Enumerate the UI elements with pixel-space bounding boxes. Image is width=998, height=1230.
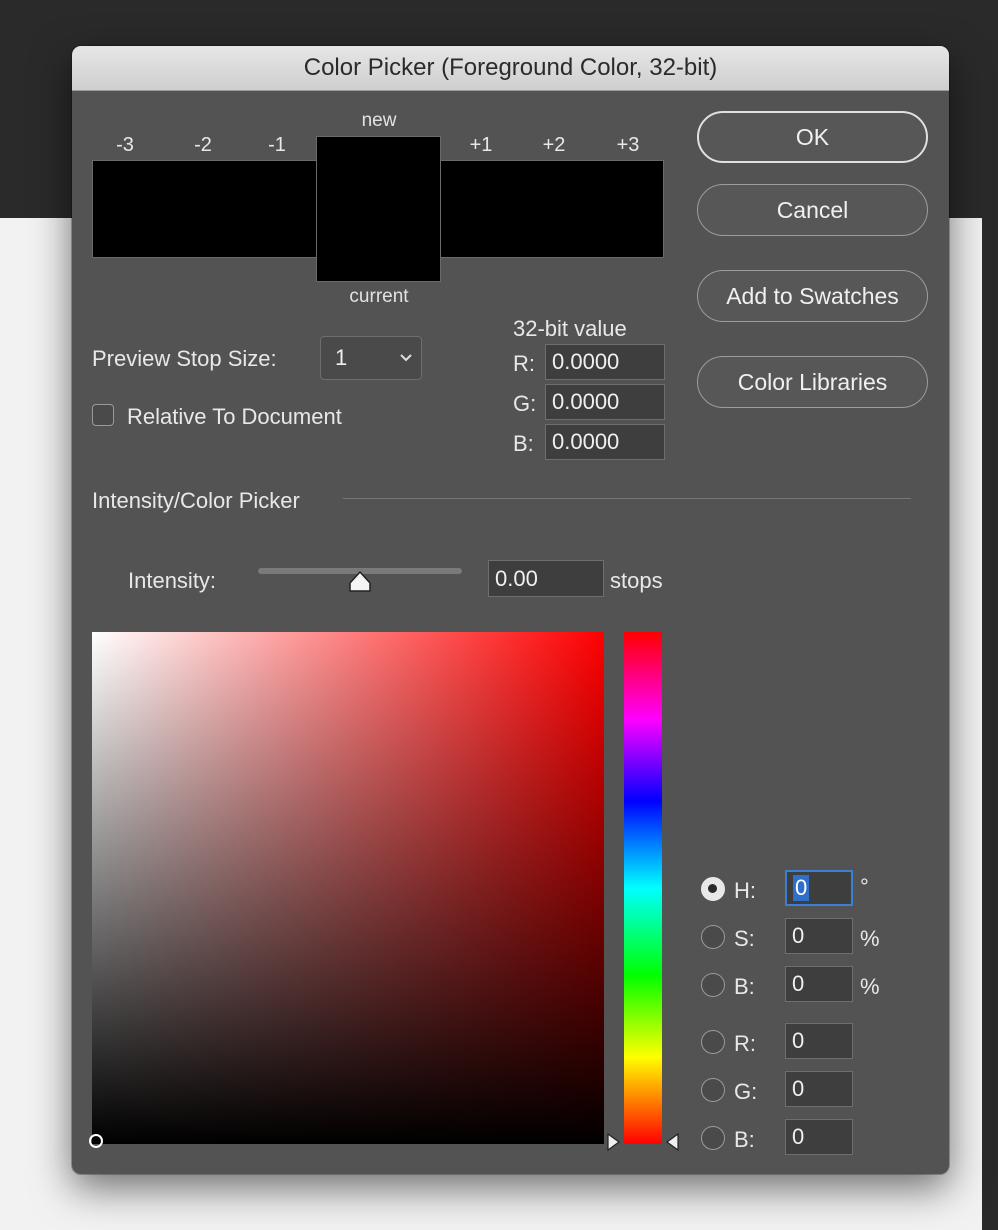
hue-radio[interactable] bbox=[701, 877, 725, 901]
brightness-field[interactable]: 0 bbox=[785, 966, 853, 1002]
red-label: R: bbox=[734, 1031, 756, 1056]
brightness-unit: % bbox=[860, 974, 880, 999]
value32-heading: 32-bit value bbox=[513, 316, 627, 341]
preview-stop-size-select[interactable]: 1 bbox=[320, 336, 422, 380]
green-field[interactable]: 0 bbox=[785, 1071, 853, 1107]
intensity-unit: stops bbox=[610, 568, 663, 593]
saturation-unit: % bbox=[860, 926, 880, 951]
green-label: G: bbox=[734, 1079, 758, 1104]
stop-label-plus2: +2 bbox=[542, 134, 566, 156]
value32-g-label: G: bbox=[513, 391, 537, 416]
intensity-label: Intensity: bbox=[128, 568, 217, 593]
intensity-slider-thumb[interactable] bbox=[347, 570, 373, 594]
hue-slider-left-arrow[interactable] bbox=[606, 1132, 622, 1152]
saturation-radio[interactable] bbox=[701, 925, 725, 949]
blue-label: B: bbox=[734, 1127, 755, 1152]
hue-label: H: bbox=[734, 878, 756, 903]
value32-r-label: R: bbox=[513, 351, 535, 376]
section-divider bbox=[343, 498, 911, 499]
blue-field[interactable]: 0 bbox=[785, 1119, 853, 1155]
saturation-field[interactable]: 0 bbox=[785, 918, 853, 954]
value32-b-label: B: bbox=[513, 431, 534, 456]
relative-to-document-checkbox[interactable] bbox=[92, 404, 114, 426]
red-radio[interactable] bbox=[701, 1030, 725, 1054]
dialog-title: Color Picker (Foreground Color, 32-bit) bbox=[303, 54, 718, 81]
chevron-down-icon bbox=[400, 354, 412, 362]
stop-label-minus3: -3 bbox=[116, 134, 134, 156]
add-to-swatches-button[interactable]: Add to Swatches bbox=[697, 270, 928, 322]
hue-slider-right-arrow[interactable] bbox=[664, 1132, 680, 1152]
cancel-button[interactable]: Cancel bbox=[697, 184, 928, 236]
current-label: current bbox=[349, 286, 409, 307]
stop-label-plus1: +1 bbox=[469, 134, 493, 156]
intensity-section-title: Intensity/Color Picker bbox=[92, 488, 300, 513]
stop-label-plus3: +3 bbox=[616, 134, 640, 156]
color-picker-dialog: Color Picker (Foreground Color, 32-bit) … bbox=[72, 46, 949, 1174]
value32-g-field[interactable]: 0.0000 bbox=[545, 384, 665, 420]
hue-field[interactable]: 0 bbox=[785, 870, 853, 906]
intensity-value-field[interactable]: 0.00 bbox=[488, 560, 604, 597]
dialog-titlebar[interactable]: Color Picker (Foreground Color, 32-bit) bbox=[72, 46, 949, 91]
value32-b-field[interactable]: 0.0000 bbox=[545, 424, 665, 460]
hue-unit: ° bbox=[860, 874, 869, 899]
hue-slider-bar[interactable] bbox=[624, 632, 662, 1144]
green-radio[interactable] bbox=[701, 1078, 725, 1102]
ok-button[interactable]: OK bbox=[697, 111, 928, 163]
stop-label-minus2: -2 bbox=[194, 134, 212, 156]
red-field[interactable]: 0 bbox=[785, 1023, 853, 1059]
brightness-radio[interactable] bbox=[701, 973, 725, 997]
new-current-swatch[interactable] bbox=[316, 136, 441, 282]
saturation-label: S: bbox=[734, 926, 755, 951]
preview-stop-size-label: Preview Stop Size: bbox=[92, 346, 277, 371]
color-field-marker[interactable] bbox=[86, 1131, 106, 1151]
brightness-label: B: bbox=[734, 974, 755, 999]
preview-stop-size-value: 1 bbox=[335, 345, 348, 370]
relative-to-document-label: Relative To Document bbox=[127, 404, 342, 429]
hue-value: 0 bbox=[793, 875, 810, 901]
new-label: new bbox=[361, 110, 397, 131]
value32-r-field[interactable]: 0.0000 bbox=[545, 344, 665, 380]
blue-radio[interactable] bbox=[701, 1126, 725, 1150]
saturation-brightness-field[interactable] bbox=[92, 632, 604, 1144]
color-libraries-button[interactable]: Color Libraries bbox=[697, 356, 928, 408]
stop-label-minus1: -1 bbox=[268, 134, 286, 156]
